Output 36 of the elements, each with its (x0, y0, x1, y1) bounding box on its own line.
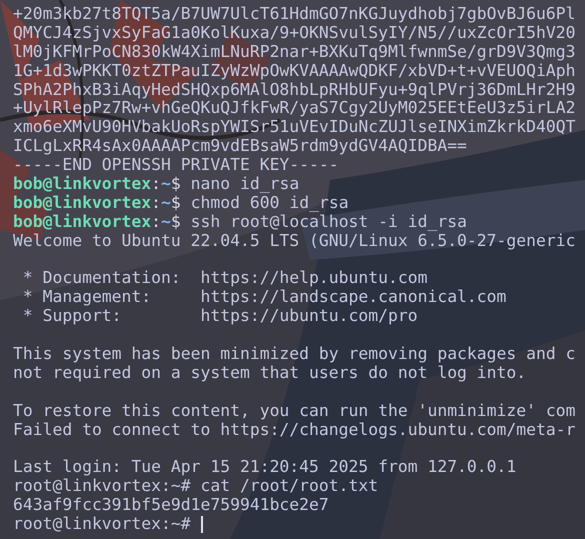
terminal-line: Welcome to Ubuntu 22.04.5 LTS (GNU/Linux 6.5.0-27-generic (13, 230, 576, 250)
prompt-symbol: $ (170, 192, 181, 212)
terminal-line: root@linkvortex:~# (13, 514, 191, 534)
terminal-line: lM0jKFMrPoCN830kW4XimLNuRP2nar+BXKuTq9MlfwnmSe/grD9V3Qmg3 (13, 42, 576, 61)
prompt-path: ~ (161, 212, 171, 231)
prompt-path: ~ (161, 192, 171, 212)
terminal-line: This system has been minimized by removing packages and c (13, 344, 576, 364)
terminal-line: * Management: https://landscape.canonical.com (22, 287, 506, 306)
prompt-symbol: $ (170, 174, 181, 194)
terminal-line: ICLgLxRR4sAx0AAAAPcm9vdEBsaW5rdm9ydGV4AQIDBA== (13, 136, 467, 156)
prompt-separator: : (151, 174, 162, 194)
prompt-separator: : (151, 212, 162, 231)
terminal-line: +UylRlepPz7Rw+vhGeQKuQJfkFwR/yaS7Cgy2UyM025EEtEeU3z5irLA2 (13, 98, 576, 118)
prompt-user: bob@linkvortex (13, 192, 152, 212)
terminal-line: -----END OPENSSH PRIVATE KEY----- (13, 155, 339, 174)
terminal-line: * Support: https://ubuntu.com/pro (22, 306, 418, 326)
terminal-line: SPhA2PhxB3iAqyHedSHQxp6MAlO8hbLpRHbUFyu+9qlPVrj36DmLHr2H9 (13, 80, 576, 99)
terminal-line: QMYCJ4zSjvxSyFaG1a0KolKuxa/9+OKNSvulSyIY/N5//uxZcOrI5hV20 (13, 22, 576, 42)
prompt-separator: : (151, 192, 162, 212)
terminal-line: 1G+1d3wPKKT0ztZTPauIZyWzWpOwKVAAAAwQDKF/xbVD+t+vVEUOQiAph (13, 60, 576, 80)
prompt-user: bob@linkvortex (13, 212, 152, 231)
command-text: nano id_rsa (190, 174, 300, 194)
command-text: ssh root@localhost -i id_rsa (190, 212, 467, 231)
terminal-line: To restore this content, you can run the 'unminimize' com (13, 400, 576, 420)
terminal-line: +20m3kb27t8TQT5a/B7UW7UlcT61HdmGO7nKGJuydhobj7gbOvBJ6u6Pl (13, 4, 576, 23)
terminal-line: Failed to connect to https://changelogs.ubuntu.com/meta-r (13, 420, 576, 439)
prompt-path: ~ (161, 174, 171, 194)
terminal-line: root@linkvortex:~# cat /root/root.txt (13, 476, 378, 496)
terminal-line: Last login: Tue Apr 15 21:20:45 2025 from 127.0.0.1 (13, 457, 516, 476)
terminal-line: * Documentation: https://help.ubuntu.com (22, 268, 428, 288)
command-text: chmod 600 id_rsa (190, 192, 349, 212)
prompt-user: bob@linkvortex (13, 174, 152, 194)
terminal-line: xmo6eXMvU90HVbakUoRspYWISr51uVEvIDuNcZUJlseINXimZkrkD40QT (13, 117, 576, 136)
terminal-line: not required on a system that users do not log into. (13, 362, 526, 382)
terminal-line: 643af9fcc391bf5e9d1e759941bce2e7 (13, 495, 329, 514)
prompt-symbol: $ (170, 212, 181, 231)
